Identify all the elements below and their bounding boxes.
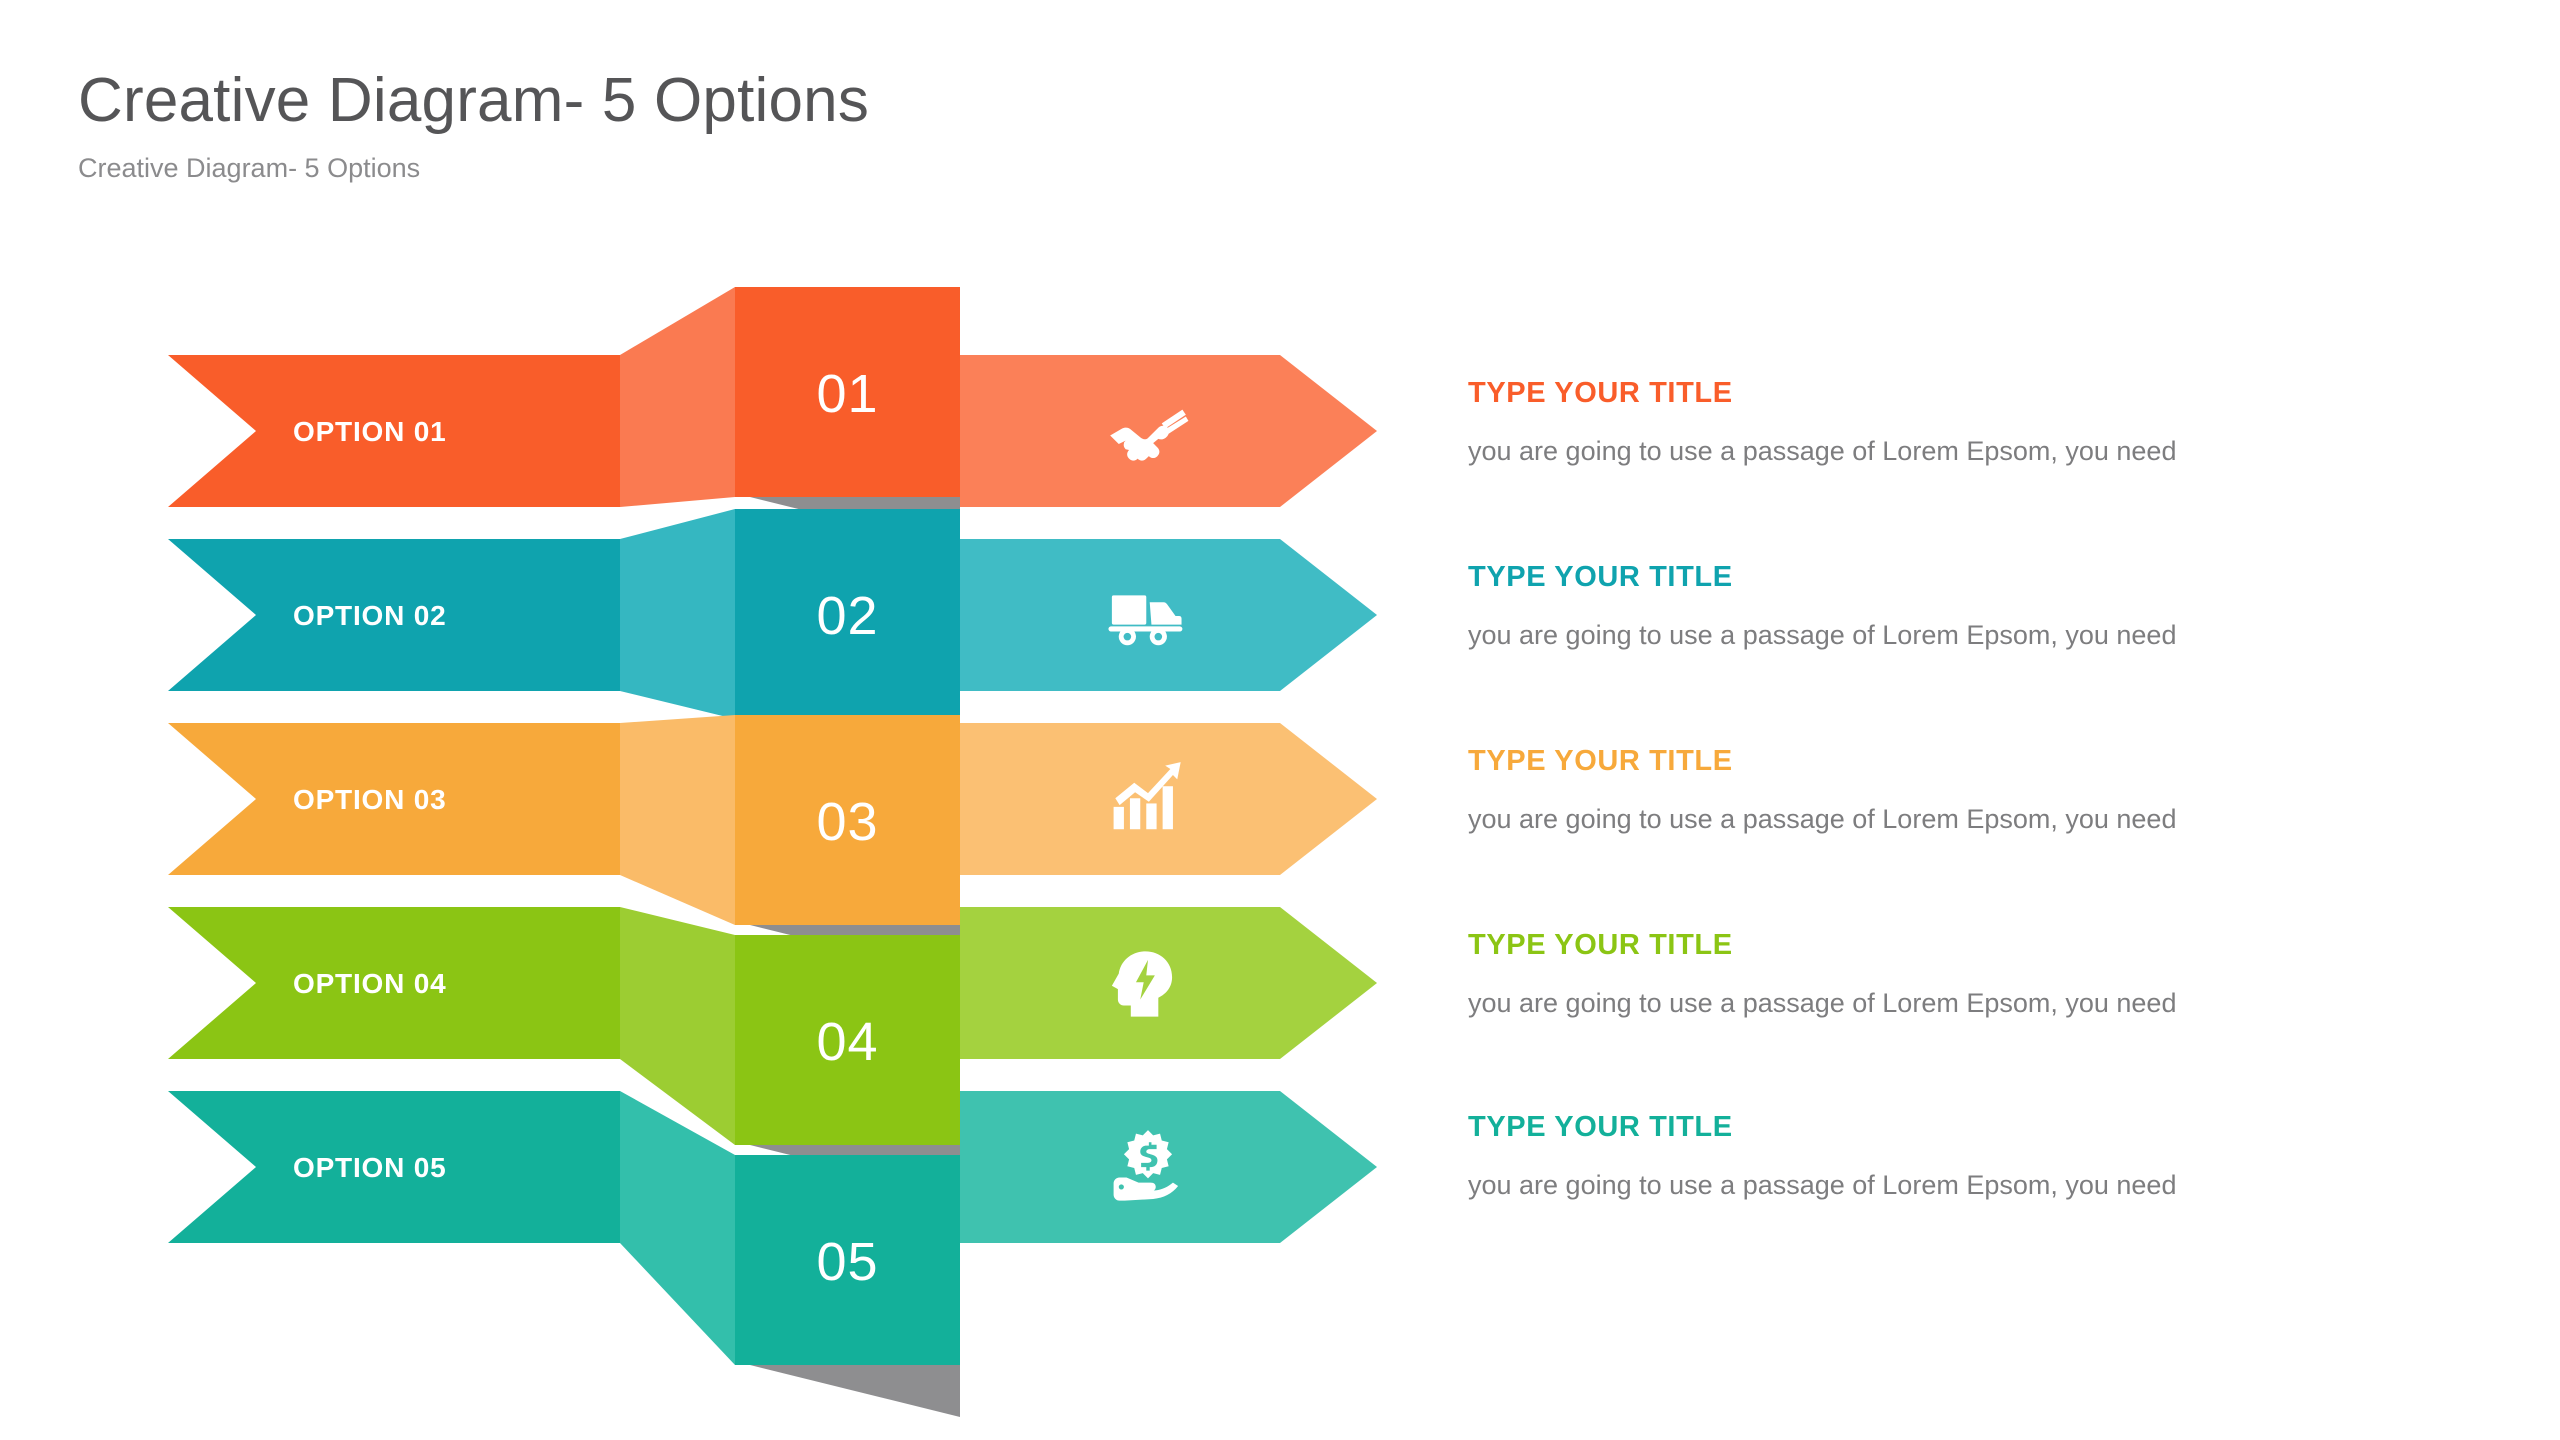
text-block-4: TYPE YOUR TITLE you are going to use a p… (1468, 929, 2468, 1021)
option-bar-label: OPTION 01 (293, 416, 446, 447)
step-number: 01 (816, 364, 878, 424)
option-bar-label: OPTION 05 (293, 1152, 446, 1183)
block-body-1: you are going to use a passage of Lorem … (1468, 435, 2177, 466)
text-block-3: TYPE YOUR TITLE you are going to use a p… (1468, 745, 2468, 837)
block-title-3: TYPE YOUR TITLE (1468, 745, 1733, 777)
number-box-shadow (750, 1365, 960, 1417)
block-body-4: you are going to use a passage of Lorem … (1468, 987, 2177, 1018)
step-number: 04 (816, 1012, 878, 1072)
row-arrow-ribbon[interactable] (960, 1091, 1377, 1243)
text-block-2: TYPE YOUR TITLE you are going to use a p… (1468, 561, 2468, 653)
block-body-2: you are going to use a passage of Lorem … (1468, 619, 2177, 650)
option-bar-label: OPTION 03 (293, 784, 446, 815)
option-bar-label: OPTION 02 (293, 600, 446, 631)
five-option-diagram: OPTION 01 01 OPTION 02 02 OPTION 03 03 OPTION … (0, 0, 1450, 1440)
step-number: 03 (816, 792, 878, 852)
block-title-5: TYPE YOUR TITLE (1468, 1111, 1733, 1143)
diagram-svg: OPTION 01 01 OPTION 02 02 OPTION 03 03 OPTION … (168, 287, 1377, 1417)
slide-canvas: Creative Diagram- 5 Options Creative Dia… (0, 0, 2560, 1440)
ribbon-fold (620, 287, 735, 507)
step-number: 02 (816, 586, 878, 646)
text-block-1: TYPE YOUR TITLE you are going to use a p… (1468, 377, 2468, 469)
block-title-2: TYPE YOUR TITLE (1468, 561, 1733, 593)
description-column: TYPE YOUR TITLE you are going to use a p… (1468, 0, 2488, 1440)
text-block-5: TYPE YOUR TITLE you are going to use a p… (1468, 1111, 2468, 1203)
block-body-3: you are going to use a passage of Lorem … (1468, 803, 2177, 834)
step-number: 05 (816, 1232, 878, 1292)
block-body-5: you are going to use a passage of Lorem … (1468, 1169, 2177, 1200)
ribbon-fold (620, 509, 735, 719)
ribbon-fold (620, 715, 735, 925)
option-bar-label: OPTION 04 (293, 968, 446, 999)
block-title-4: TYPE YOUR TITLE (1468, 929, 1733, 961)
block-title-1: TYPE YOUR TITLE (1468, 377, 1733, 409)
